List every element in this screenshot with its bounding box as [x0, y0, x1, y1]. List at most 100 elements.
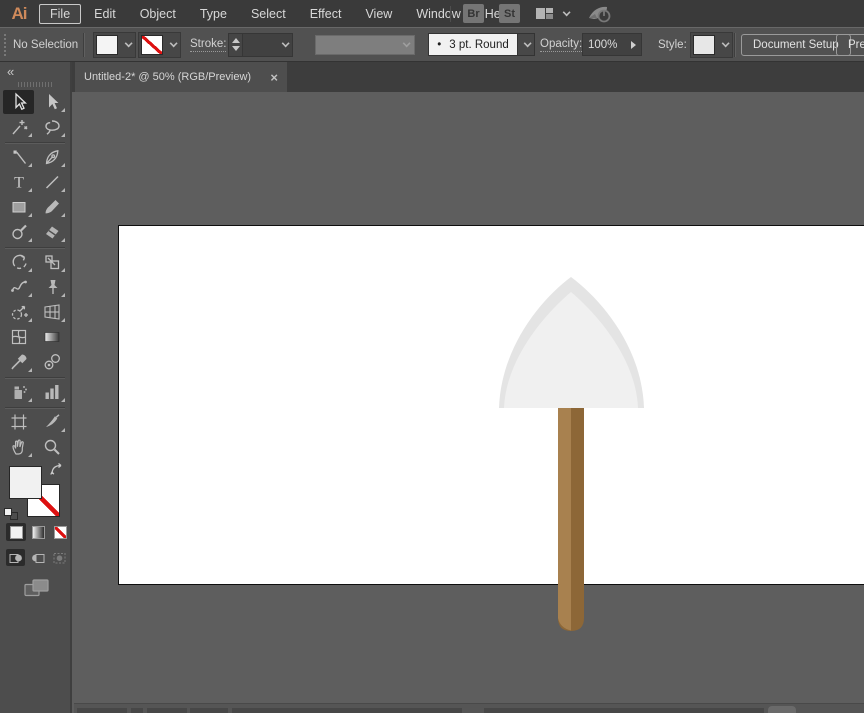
change-screen-mode-button[interactable] [24, 579, 70, 603]
blend-tool[interactable] [36, 350, 67, 374]
fill-color-dropdown[interactable] [93, 31, 136, 58]
shaper-tool[interactable] [3, 220, 34, 244]
document-setup-button[interactable]: Document Setup [741, 33, 851, 56]
menu-object[interactable]: Object [129, 4, 187, 24]
paintbrush-tool[interactable] [36, 195, 67, 219]
menu-effect[interactable]: Effect [299, 4, 353, 24]
draw-inside-icon [53, 552, 65, 563]
magic-wand-tool[interactable] [3, 115, 34, 139]
panel-collapse-button[interactable]: « [0, 62, 70, 80]
stock-button[interactable]: St [499, 4, 520, 23]
gradient-mode-icon [31, 525, 45, 539]
shape-builder-tool[interactable] [3, 300, 34, 324]
opacity-value: 100% [588, 38, 618, 51]
chevron-down-icon [169, 39, 178, 48]
scrollbar-thumb[interactable] [768, 706, 796, 713]
perspective-grid-tool[interactable] [36, 300, 67, 324]
opacity-field[interactable]: 100% [582, 33, 642, 56]
toolbar-separator [5, 377, 65, 378]
shovel-blade-inner[interactable] [504, 292, 638, 408]
chevron-down-icon [402, 39, 411, 48]
document-tab-bar: Untitled-2* @ 50% (RGB/Preview) × [72, 62, 864, 92]
panel-drag-grip[interactable] [18, 82, 52, 87]
default-fill-stroke-icon[interactable] [4, 508, 19, 521]
opacity-label[interactable]: Opacity: [540, 38, 583, 52]
gradient-mode-button[interactable] [28, 523, 48, 541]
stepper-down-icon[interactable] [231, 46, 240, 51]
hand-tool[interactable] [3, 435, 34, 459]
drawing-mode-buttons [6, 549, 70, 566]
direct-selection-tool[interactable] [36, 90, 67, 114]
graphic-style-dropdown[interactable] [690, 31, 733, 58]
none-mode-button[interactable] [50, 523, 70, 541]
zoom-tool[interactable] [36, 435, 67, 459]
chevron-down-icon [523, 39, 532, 48]
stroke-weight-stepper[interactable] [228, 32, 243, 57]
control-bar: No Selection Stroke: • 3 pt. Round Opaci… [0, 27, 864, 62]
document-tab-title: Untitled-2* @ 50% (RGB/Preview) [84, 71, 252, 83]
lasso-tool[interactable] [36, 115, 67, 139]
stroke-color-dropdown[interactable] [138, 31, 181, 58]
graphic-style-swatch[interactable] [693, 34, 715, 55]
selection-tool[interactable] [3, 90, 34, 114]
stroke-weight-combo[interactable] [243, 32, 293, 57]
draw-inside-button [50, 549, 69, 566]
document-canvas[interactable] [74, 92, 864, 713]
preferences-button[interactable]: Preferences [836, 33, 864, 56]
pen-tool[interactable] [36, 145, 67, 169]
puppet-warp-tool[interactable] [36, 275, 67, 299]
color-mode-button[interactable] [6, 523, 26, 541]
artboard-tool[interactable] [3, 410, 34, 434]
selection-status: No Selection [13, 38, 79, 51]
menu-type[interactable]: Type [189, 4, 238, 24]
width-tool[interactable] [3, 275, 34, 299]
fill-stroke-proxy [0, 462, 70, 521]
column-graph-tool[interactable] [36, 380, 67, 404]
mesh-tool[interactable] [3, 325, 34, 349]
fill-color-swatch[interactable] [96, 34, 118, 55]
brush-definition-value: 3 pt. Round [449, 38, 509, 51]
symbol-sprayer-tool[interactable] [3, 380, 34, 404]
menu-select[interactable]: Select [240, 4, 297, 24]
stroke-label[interactable]: Stroke: [190, 38, 227, 52]
rotate-tool[interactable] [3, 250, 34, 274]
tools-panel: « T [0, 62, 72, 713]
shovel-artwork[interactable] [474, 262, 734, 662]
color-mode-icon [9, 525, 23, 539]
document-tab[interactable]: Untitled-2* @ 50% (RGB/Preview) × [75, 62, 287, 92]
gpu-performance-icon[interactable] [587, 5, 613, 23]
bridge-button[interactable]: Br [463, 4, 484, 23]
width-profile-dropdown-disabled [315, 34, 415, 55]
menu-edit[interactable]: Edit [83, 4, 127, 24]
brush-definition-field[interactable]: • 3 pt. Round [428, 33, 518, 56]
brush-definition-dropdown[interactable] [518, 33, 535, 56]
style-label: Style: [658, 38, 687, 51]
draw-behind-button[interactable] [28, 549, 47, 566]
workspace-switcher[interactable] [535, 6, 571, 21]
fill-swatch[interactable] [9, 466, 42, 499]
slice-tool[interactable] [36, 410, 67, 434]
horizontal-scrollbar[interactable] [74, 703, 864, 713]
type-tool[interactable]: T [3, 170, 34, 194]
menu-view[interactable]: View [354, 4, 403, 24]
gradient-tool[interactable] [36, 325, 67, 349]
line-segment-tool[interactable] [36, 170, 67, 194]
panel-grip-handle[interactable] [3, 32, 8, 57]
screen-mode-icon [24, 579, 49, 597]
draw-normal-button[interactable] [6, 549, 25, 566]
stepper-up-icon[interactable] [231, 38, 240, 43]
eraser-tool[interactable] [36, 220, 67, 244]
curvature-tool[interactable] [3, 145, 34, 169]
menu-file[interactable]: File [39, 3, 82, 24]
chevron-right-icon[interactable] [631, 40, 636, 49]
none-mode-icon [53, 525, 67, 539]
chevron-down-icon [721, 39, 730, 48]
stroke-none-swatch[interactable] [141, 34, 163, 55]
draw-behind-icon [31, 553, 44, 563]
tab-close-button[interactable]: × [270, 70, 278, 85]
rectangle-tool[interactable] [3, 195, 34, 219]
swap-fill-stroke-icon[interactable] [50, 462, 66, 476]
draw-normal-icon [9, 553, 22, 563]
eyedropper-tool[interactable] [3, 350, 34, 374]
scale-tool[interactable] [36, 250, 67, 274]
